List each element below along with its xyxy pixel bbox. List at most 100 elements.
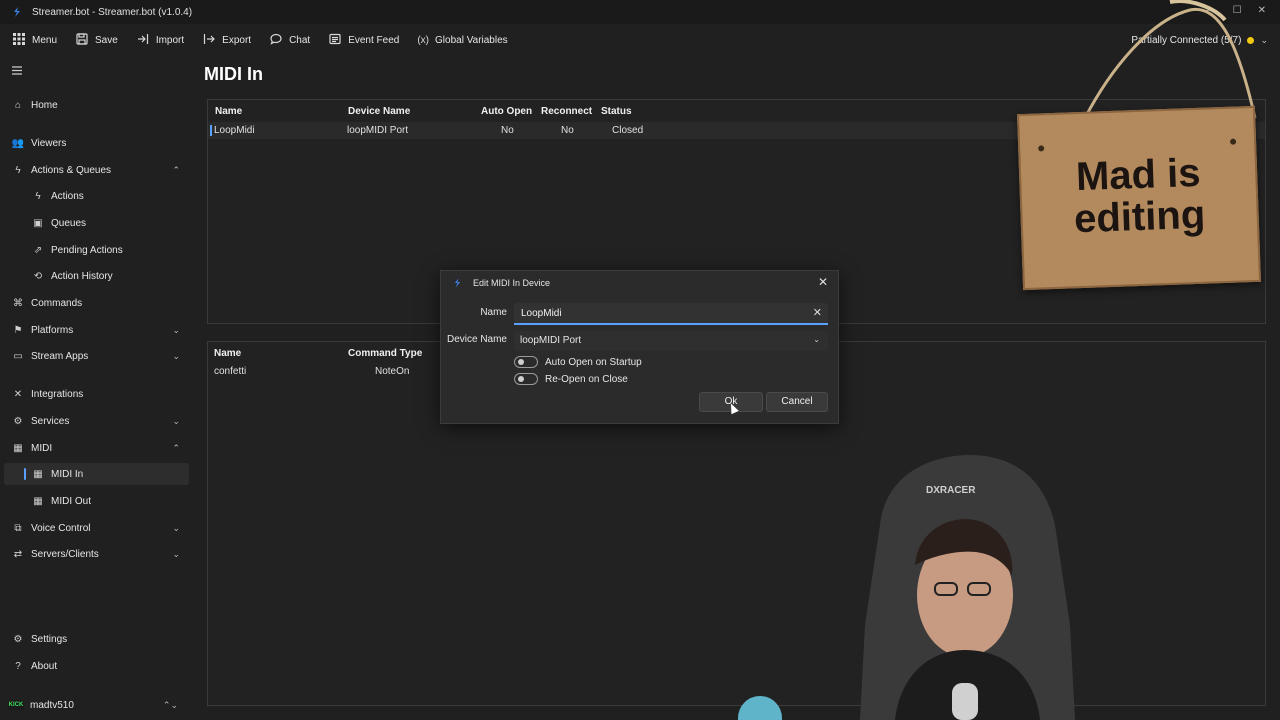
save-icon <box>75 32 89 48</box>
sidebar-item-label: Voice Control <box>31 522 91 534</box>
save-button[interactable]: Save <box>75 28 118 52</box>
sidebar-item-home[interactable]: ⌂ Home <box>0 94 190 116</box>
cell-auto-open: No <box>501 125 514 136</box>
sidebar-item-midi[interactable]: ▦ MIDI ⌃ <box>0 437 190 459</box>
menu-button[interactable]: Menu <box>12 28 57 52</box>
sidebar-item-about[interactable]: ? About <box>0 655 190 677</box>
cell-command-type: NoteOn <box>375 366 410 377</box>
import-button[interactable]: Import <box>136 28 184 52</box>
streamerbot-logo-icon <box>453 278 462 290</box>
sidebar-item-viewers[interactable]: 👥 Viewers <box>0 132 190 154</box>
device-name-select[interactable]: loopMIDI Port ⌄ <box>514 331 828 351</box>
column-header-reconnect[interactable]: Reconnect <box>541 106 592 117</box>
device-name-label: Device Name <box>446 334 507 345</box>
sign-text: Mad is editing <box>1073 150 1206 242</box>
sidebar-item-label: Commands <box>31 297 83 309</box>
auto-open-toggle[interactable] <box>514 356 538 368</box>
sidebar-item-services[interactable]: ⚙ Services ⌄ <box>0 410 190 432</box>
sidebar-item-label: Platforms <box>31 324 74 336</box>
kick-badge-icon: KICK <box>8 700 24 710</box>
rope-icon <box>1083 0 1257 119</box>
username: madtv510 <box>30 699 74 711</box>
sidebar: ⌂ Home 👥 Viewers ϟ Actions & Queues ⌃ ϟ … <box>0 56 194 720</box>
servers-icon: ⇄ <box>13 548 23 560</box>
gear-icon: ⚙ <box>13 633 23 645</box>
queue-icon: ▣ <box>33 217 43 229</box>
cancel-button[interactable]: Cancel <box>766 392 828 412</box>
cell-device-name: loopMIDI Port <box>347 125 409 136</box>
sidebar-item-platforms[interactable]: ⚑ Platforms ⌄ <box>0 319 190 341</box>
column-header-name[interactable]: Name <box>215 106 242 117</box>
chevron-down-icon: ⌄ <box>172 415 180 426</box>
sidebar-item-integrations[interactable]: ✕ Integrations <box>0 383 190 405</box>
window-title: Streamer.bot - Streamer.bot (v1.0.4) <box>32 6 193 18</box>
sidebar-item-settings[interactable]: ⚙ Settings <box>0 628 190 650</box>
reopen-toggle[interactable] <box>514 373 538 385</box>
column-header-status[interactable]: Status <box>601 106 632 117</box>
edit-midi-device-dialog: Edit MIDI In Device ✕ Name LoopMidi ✕ De… <box>440 270 839 424</box>
dialog-title: Edit MIDI In Device <box>473 278 551 288</box>
sidebar-item-queues[interactable]: ▣ Queues <box>0 212 190 234</box>
chevron-up-icon: ⌃ <box>172 164 180 175</box>
webcam-overlay: DXRACER <box>860 455 1075 720</box>
sidebar-item-label: Stream Apps <box>31 350 89 362</box>
platforms-icon: ⚑ <box>13 324 23 336</box>
sidebar-item-midi-out[interactable]: ▦ MIDI Out <box>0 490 190 512</box>
auto-open-label: Auto Open on Startup <box>545 356 642 368</box>
chat-icon <box>269 33 283 48</box>
pending-icon: ⇗ <box>33 244 43 256</box>
sidebar-item-servers-clients[interactable]: ⇄ Servers/Clients ⌄ <box>0 543 190 565</box>
event-feed-button[interactable]: Event Feed <box>328 28 399 52</box>
menu-label: Menu <box>32 34 58 46</box>
reopen-toggle-row[interactable]: Re-Open on Close <box>514 372 628 386</box>
chat-label: Chat <box>289 34 311 46</box>
sidebar-item-label: About <box>31 660 58 672</box>
chevron-down-icon: ⌄ <box>813 335 820 344</box>
export-button[interactable]: Export <box>202 28 251 52</box>
sidebar-item-action-history[interactable]: ⟲ Action History <box>0 265 190 287</box>
user-account[interactable]: KICK madtv510 ⌃⌄ <box>0 695 190 715</box>
sidebar-item-actions-queues[interactable]: ϟ Actions & Queues ⌃ <box>0 159 190 181</box>
command-icon: ⌘ <box>13 297 23 309</box>
clear-icon[interactable]: ✕ <box>813 306 822 319</box>
chat-button[interactable]: Chat <box>269 28 310 52</box>
chevron-down-icon: ⌄ <box>172 350 180 361</box>
sidebar-item-midi-in[interactable]: ▦ MIDI In <box>4 463 189 485</box>
column-header-auto-open[interactable]: Auto Open <box>481 106 532 117</box>
auto-open-toggle-row[interactable]: Auto Open on Startup <box>514 355 642 369</box>
grid-icon <box>12 32 26 48</box>
import-label: Import <box>155 34 185 46</box>
sidebar-item-label: Actions <box>51 190 84 202</box>
bolt-icon: ϟ <box>35 190 41 202</box>
name-input[interactable]: LoopMidi ✕ <box>514 303 828 325</box>
history-icon: ⟲ <box>33 270 43 282</box>
question-icon: ? <box>15 660 21 672</box>
home-icon: ⌂ <box>14 99 22 111</box>
voice-icon: ⧉ <box>14 522 22 534</box>
chevron-down-icon: ⌄ <box>172 522 180 533</box>
sidebar-item-label: Home <box>31 99 58 111</box>
export-label: Export <box>222 34 252 46</box>
sidebar-item-label: MIDI <box>31 442 53 454</box>
sidebar-item-label: Pending Actions <box>51 244 123 256</box>
chair-brand-label: DXRACER <box>926 485 976 496</box>
global-variables-button[interactable]: (x) Global Variables <box>417 28 507 52</box>
sidebar-item-label: Integrations <box>31 388 84 400</box>
sidebar-item-label: Services <box>31 415 70 427</box>
hamburger-menu-icon[interactable] <box>12 64 22 78</box>
sidebar-item-actions[interactable]: ϟ Actions <box>0 185 190 207</box>
variables-icon: (x) <box>417 34 430 46</box>
chevron-down-icon: ⌄ <box>172 324 180 335</box>
cell-name: confetti <box>214 366 247 377</box>
sidebar-item-stream-apps[interactable]: ▭ Stream Apps ⌄ <box>0 345 190 367</box>
sidebar-item-label: Actions & Queues <box>31 164 112 176</box>
column-header-device-name[interactable]: Device Name <box>348 106 410 117</box>
integrations-icon: ✕ <box>13 388 23 400</box>
column-header-name[interactable]: Name <box>214 348 241 359</box>
close-icon[interactable]: ✕ <box>818 275 828 289</box>
column-header-command-type[interactable]: Command Type <box>348 348 422 359</box>
sidebar-item-commands[interactable]: ⌘ Commands <box>0 292 190 314</box>
bolt-icon: ϟ <box>15 164 21 176</box>
sidebar-item-voice-control[interactable]: ⧉ Voice Control ⌄ <box>0 517 190 539</box>
sidebar-item-pending-actions[interactable]: ⇗ Pending Actions <box>0 239 190 261</box>
